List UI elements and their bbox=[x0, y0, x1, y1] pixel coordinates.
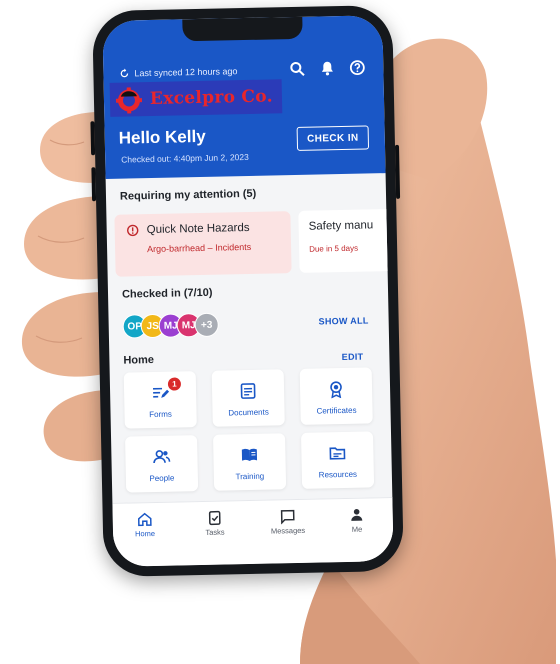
gear-logo-icon bbox=[115, 87, 143, 114]
tile-label: Documents bbox=[228, 407, 269, 418]
search-icon[interactable] bbox=[289, 61, 305, 77]
sync-status: Last synced 12 hours ago bbox=[119, 66, 238, 79]
tile-label: Forms bbox=[149, 409, 172, 420]
camera-notch bbox=[182, 16, 303, 42]
volume-button bbox=[90, 121, 96, 156]
form-edit-icon bbox=[153, 387, 170, 398]
tile-training[interactable]: Training bbox=[213, 433, 287, 491]
bottom-navigation: Home Tasks Messages Me bbox=[112, 497, 394, 567]
bell-icon[interactable] bbox=[319, 60, 335, 76]
people-icon bbox=[153, 450, 171, 464]
card-subtitle: Argo-barrhead – Incidents bbox=[146, 241, 252, 255]
nav-me[interactable]: Me bbox=[327, 506, 388, 534]
avatar-initials: MJ bbox=[181, 319, 196, 331]
avatar-initials: MJ bbox=[163, 319, 178, 332]
notification-badge: 1 bbox=[167, 377, 182, 391]
checked-in-avatars[interactable]: OP JS MJ MJ +3 bbox=[122, 312, 219, 339]
person-icon bbox=[351, 508, 363, 521]
certificate-icon bbox=[330, 381, 342, 399]
avatar-initials: +3 bbox=[200, 319, 213, 331]
alert-icon bbox=[127, 224, 139, 237]
messages-icon bbox=[280, 509, 295, 525]
attention-card-safety[interactable]: Safety manu Due in 5 days bbox=[298, 208, 394, 273]
tile-label: Certificates bbox=[316, 405, 357, 416]
help-icon[interactable] bbox=[349, 59, 365, 76]
attention-title: Requiring my attention (5) bbox=[119, 187, 257, 203]
resources-folder-icon bbox=[329, 447, 346, 460]
greeting: Hello Kelly bbox=[118, 126, 206, 148]
home-section-title: Home bbox=[123, 353, 155, 367]
avatar-initials: JS bbox=[146, 320, 159, 332]
training-book-icon bbox=[241, 448, 258, 462]
volume-button bbox=[91, 167, 97, 202]
nav-label: Messages bbox=[270, 525, 306, 536]
sync-text: Last synced 12 hours ago bbox=[134, 66, 238, 79]
tasks-icon bbox=[208, 510, 221, 526]
logo-text: Excelpro Co. bbox=[149, 86, 274, 110]
edit-link[interactable]: EDIT bbox=[342, 352, 364, 362]
nav-tasks[interactable]: Tasks bbox=[185, 509, 246, 537]
phone-screen: Last synced 12 hours ago Excelpro Co. He… bbox=[102, 15, 394, 567]
sync-icon bbox=[120, 68, 129, 78]
company-logo: Excelpro Co. bbox=[109, 79, 283, 117]
attention-card-hazard[interactable]: Quick Note Hazards Argo-barrhead – Incid… bbox=[114, 211, 292, 277]
nav-label: Tasks bbox=[205, 527, 225, 537]
check-in-button[interactable]: CHECK IN bbox=[296, 125, 370, 151]
home-icon bbox=[137, 512, 152, 527]
tile-label: Resources bbox=[318, 469, 358, 480]
card-title: Safety manu bbox=[308, 219, 374, 233]
checked-in-title: Checked in (7/10) bbox=[121, 286, 213, 301]
tile-certificates[interactable]: Certificates bbox=[299, 367, 373, 425]
card-due-date: Due in 5 days bbox=[309, 243, 359, 254]
tile-people[interactable]: People bbox=[125, 435, 199, 493]
show-all-link[interactable]: SHOW ALL bbox=[318, 315, 368, 326]
nav-label: Home bbox=[134, 529, 156, 539]
tile-forms[interactable]: 1 Forms bbox=[123, 371, 197, 429]
phone-device: Last synced 12 hours ago Excelpro Co. He… bbox=[90, 4, 404, 578]
tile-label: People bbox=[149, 473, 175, 484]
tile-resources[interactable]: Resources bbox=[300, 431, 375, 489]
tile-label: Training bbox=[235, 471, 265, 482]
nav-messages[interactable]: Messages bbox=[258, 508, 319, 536]
nav-home[interactable]: Home bbox=[115, 511, 176, 539]
document-icon bbox=[240, 383, 256, 399]
checked-out-status: Checked out: 4:40pm Jun 2, 2023 bbox=[121, 151, 249, 165]
tile-documents[interactable]: Documents bbox=[211, 369, 285, 427]
nav-label: Me bbox=[351, 524, 363, 534]
card-title: Quick Note Hazards bbox=[146, 221, 250, 237]
avatar-overflow-count[interactable]: +3 bbox=[194, 312, 219, 338]
